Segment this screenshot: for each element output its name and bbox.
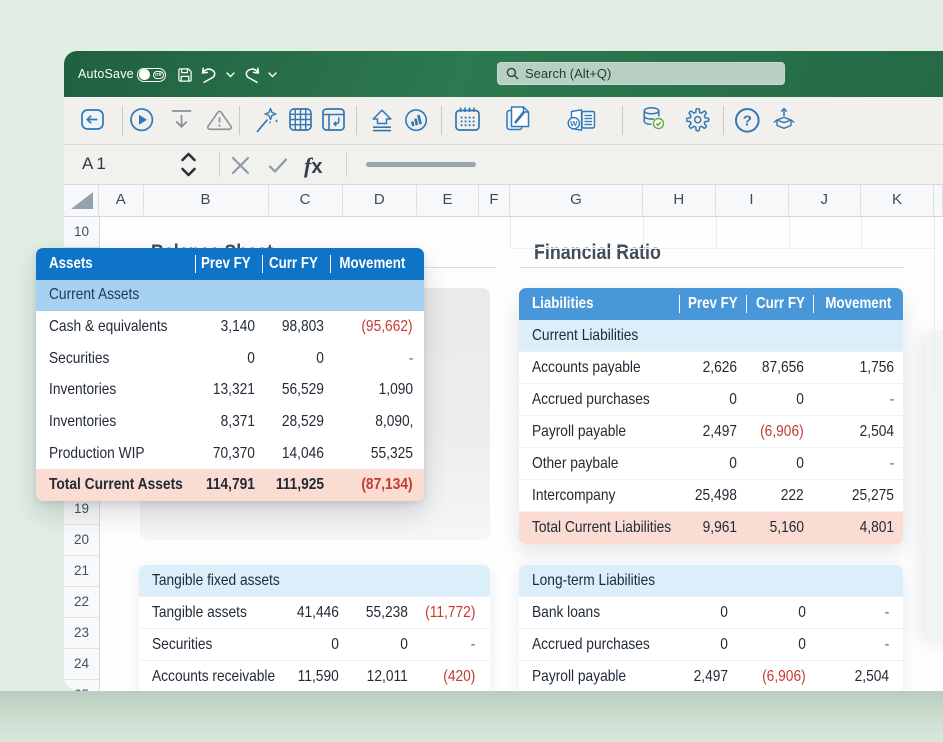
svg-text:W: W: [570, 119, 578, 128]
svg-text:?: ?: [742, 112, 751, 129]
